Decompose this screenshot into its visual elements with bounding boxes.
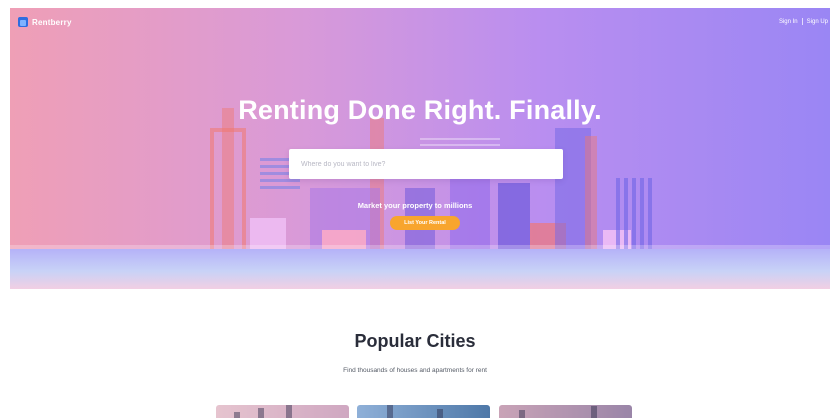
section-subtitle: Find thousands of houses and apartments …: [343, 367, 487, 374]
hero-ground: [10, 249, 830, 289]
auth-links: Sign In Sign Up: [779, 18, 828, 25]
list-your-rental-button[interactable]: List Your Rental: [390, 216, 460, 230]
skyline-illustration: [258, 408, 264, 418]
sign-up-link[interactable]: Sign Up: [807, 19, 828, 25]
sign-in-link[interactable]: Sign In: [779, 19, 798, 25]
section-title: Popular Cities: [354, 331, 476, 351]
hero-headline: Renting Done Right. Finally.: [238, 95, 602, 125]
skyline-illustration: [519, 410, 525, 418]
city-card[interactable]: [357, 405, 490, 418]
search-input[interactable]: [289, 149, 563, 179]
skyline-illustration: [234, 412, 240, 418]
skyline-illustration: [387, 405, 393, 418]
skyline-illustration: [286, 405, 292, 418]
logo[interactable]: Rentberry: [18, 17, 72, 27]
city-card[interactable]: [499, 405, 632, 418]
search-box[interactable]: [289, 149, 563, 179]
house-icon: [18, 17, 28, 27]
divider: [801, 18, 803, 25]
bridge-tower-illustration: [585, 136, 597, 258]
market-text: Market your property to millions: [357, 201, 473, 210]
logo-text: Rentberry: [32, 17, 72, 27]
bridge-tower-illustration: [222, 108, 234, 258]
city-card[interactable]: [216, 405, 349, 418]
skyline-illustration: [591, 406, 597, 418]
skyline-illustration: [437, 409, 443, 418]
